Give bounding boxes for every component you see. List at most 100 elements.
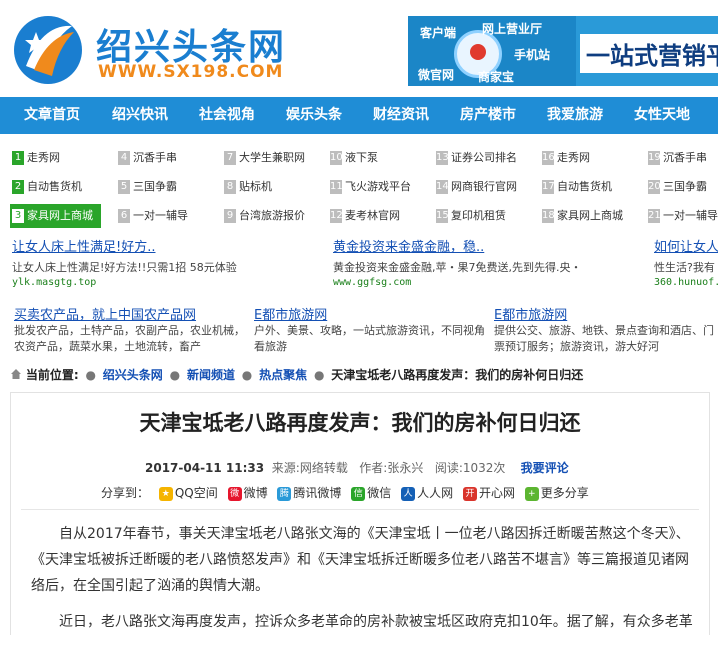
article-title: 天津宝坻老八路再度发声：我们的房补何日归还 [139,411,581,435]
hot-link-label: 三国争霸 [133,180,177,193]
rank-badge: 20 [648,180,661,194]
ad-title[interactable]: 让女人床上性满足!好方.. [12,236,312,255]
hot-link-label: 沉香手串 [133,151,177,164]
hot-link[interactable]: 1 走秀网 [12,146,60,170]
text-ad[interactable]: E都市旅游网 户外、美景、攻略，一站式旅游资讯，不同视角看旅游 [254,304,486,352]
share-renren[interactable]: 人人人网 [401,483,453,503]
hot-link[interactable]: 19 沉香手串 [648,146,707,170]
breadcrumb: 当前位置: ● 绍兴头条网 ● 新闻频道 ● 热点聚焦 ● 天津宝坻老八路再度发… [10,364,710,386]
hot-link[interactable]: 21 一对一辅导 [648,204,718,228]
ad-title[interactable]: 黄金投资来金盛金融，稳.. [333,236,633,255]
hot-link[interactable]: 4 沉香手串 [118,146,177,170]
breadcrumb-separator-icon: ● [241,368,253,382]
ad-description: 性生活?我有 [654,261,715,274]
rank-badge: 12 [330,209,343,223]
hot-link[interactable]: 14 网商银行官网 [436,175,517,199]
banner-tag: 客户端 [420,26,457,40]
ad-title[interactable]: E都市旅游网 [254,304,486,323]
tencent-weibo-icon: 腾 [277,486,292,501]
share-weibo[interactable]: 微微博 [227,483,268,503]
share-bar: 分享到： ★ QQ空间 微微博 腾腾讯微博 信微信 人人人网 开开心网 + 更多分享 [101,483,589,503]
author-label: 作者: [359,461,388,475]
hot-link-label: 飞火游戏平台 [345,180,411,193]
ad-title[interactable]: 如何让女人 [654,236,718,255]
rank-badge: 11 [330,180,343,194]
hot-link-label: 家具网上商城 [27,209,93,222]
share-tencent-weibo[interactable]: 腾腾讯微博 [277,483,341,503]
rank-badge: 17 [542,180,555,194]
text-ad[interactable]: 买卖农产品，就上中国农产品网 批发农产品，土特产品，农副产品，农业机械，农资产品… [14,304,246,352]
rank-badge: 19 [648,151,661,165]
hot-link-active[interactable]: 3 家具网上商城 [10,204,101,228]
nav-item-finance[interactable]: 财经资讯 [373,97,429,134]
share-item-label: 人人网 [417,486,454,500]
site-logo-icon[interactable] [12,14,84,86]
nav-item-entertainment[interactable]: 娱乐头条 [286,97,342,134]
hot-link-label: 沉香手串 [663,151,707,164]
share-item-label: QQ空间 [174,486,218,500]
hot-link[interactable]: 17 自动售货机 [542,175,612,199]
ad-description: 户外、美景、攻略，一站式旅游资讯，不同视角看旅游 [254,324,485,352]
hot-link[interactable]: 6 一对一辅导 [118,204,188,228]
hot-link[interactable]: 15 复印机租赁 [436,204,506,228]
article-reads: 1032次 [462,461,506,475]
share-item-label: 微信 [367,486,392,500]
share-qzone[interactable]: ★ QQ空间 [158,483,218,503]
banner-slogan: 一站式营销平 [580,34,718,73]
share-item-label: 开心网 [478,486,515,500]
hot-link[interactable]: 2 自动售货机 [12,175,82,199]
site-header: 绍兴头条网 WWW.SX198.COM 客户端 网上营业厅 手机站 微官网 商家… [0,0,718,97]
hot-link[interactable]: 7 大学生兼职网 [224,146,305,170]
ad-url: ylk.masgtg.top [12,277,97,288]
hot-link-label: 一对一辅导 [133,209,188,222]
rank-badge: 8 [224,180,236,194]
article-date: 2017-04-11 11:33 [145,461,265,475]
nav-item-travel[interactable]: 我爱旅游 [547,97,603,134]
nav-item-realestate[interactable]: 房产楼市 [460,97,516,134]
rank-badge: 13 [436,151,449,165]
home-icon [11,369,21,379]
share-more[interactable]: + 更多分享 [524,483,589,503]
banner-tag: 手机站 [514,48,551,62]
ad-title[interactable]: 买卖农产品，就上中国农产品网 [14,304,246,323]
banner-tag: 微官网 [418,68,455,82]
hot-link[interactable]: 8 贴标机 [224,175,272,199]
share-kaixin[interactable]: 开开心网 [462,483,515,503]
rank-badge: 18 [542,209,555,223]
nav-item-women[interactable]: 女性天地 [634,97,690,134]
breadcrumb-link[interactable]: 绍兴头条网 [103,368,163,382]
hot-link[interactable]: 13 证券公司排名 [436,146,517,170]
comment-link[interactable]: 我要评论 [521,461,569,475]
ad-url: www.ggfsg.com [333,277,412,288]
hot-link[interactable]: 11 飞火游戏平台 [330,175,411,199]
share-wechat[interactable]: 信微信 [351,483,391,503]
text-ad[interactable]: 让女人床上性满足!好方.. 让女人床上性满足!好方法!!只需1招 58元体验 y… [12,236,312,292]
qzone-icon: ★ [158,486,173,501]
hot-link-label: 自动售货机 [27,180,82,193]
hot-link-label: 麦考林官网 [345,209,400,222]
breadcrumb-current: 天津宝坻老八路再度发声：我们的房补何日归还 [331,368,584,382]
nav-item-society[interactable]: 社会视角 [199,97,255,134]
hot-link[interactable]: 9 台湾旅游报价 [224,204,305,228]
text-ad[interactable]: 黄金投资来金盛金融，稳.. 黄金投资来金盛金融,苹・果7免费送,先到先得.央・ … [333,236,633,292]
hot-link[interactable]: 5 三国争霸 [118,175,177,199]
text-ad[interactable]: 如何让女人 性生活?我有 360.hunuof. [654,236,718,292]
nav-item-news[interactable]: 绍兴快讯 [112,97,168,134]
hot-link-label: 走秀网 [27,151,60,164]
ad-banner[interactable]: 客户端 网上营业厅 手机站 微官网 商家宝 一站式营销平 [408,16,718,86]
text-ad[interactable]: E都市旅游网 提供公交、旅游、地铁、景点查询和酒店、门票预订服务；旅游资讯，游大… [494,304,718,352]
hot-link[interactable]: 12 麦考林官网 [330,204,400,228]
ad-description: 批发农产品，土特产品，农副产品，农业机械，农资产品，蔬菜水果，土地流转，畜产 [14,324,245,352]
hot-link[interactable]: 16 走秀网 [542,146,590,170]
main-nav: 文章首页 绍兴快讯 社会视角 娱乐头条 财经资讯 房产楼市 我爱旅游 女性天地 [0,97,718,134]
hot-link[interactable]: 18 家具网上商城 [542,204,623,228]
article-author: 张永兴 [387,461,424,475]
nav-item-home[interactable]: 文章首页 [24,97,80,134]
breadcrumb-separator-icon: ● [313,368,325,382]
article-panel: 天津宝坻老八路再度发声：我们的房补何日归还 2017-04-11 11:33 来… [10,392,710,635]
ad-title[interactable]: E都市旅游网 [494,304,718,323]
hot-link[interactable]: 20 三国争霸 [648,175,707,199]
breadcrumb-link[interactable]: 热点聚焦 [259,368,307,382]
hot-link[interactable]: 10 液下泵 [330,146,378,170]
breadcrumb-link[interactable]: 新闻频道 [187,368,235,382]
